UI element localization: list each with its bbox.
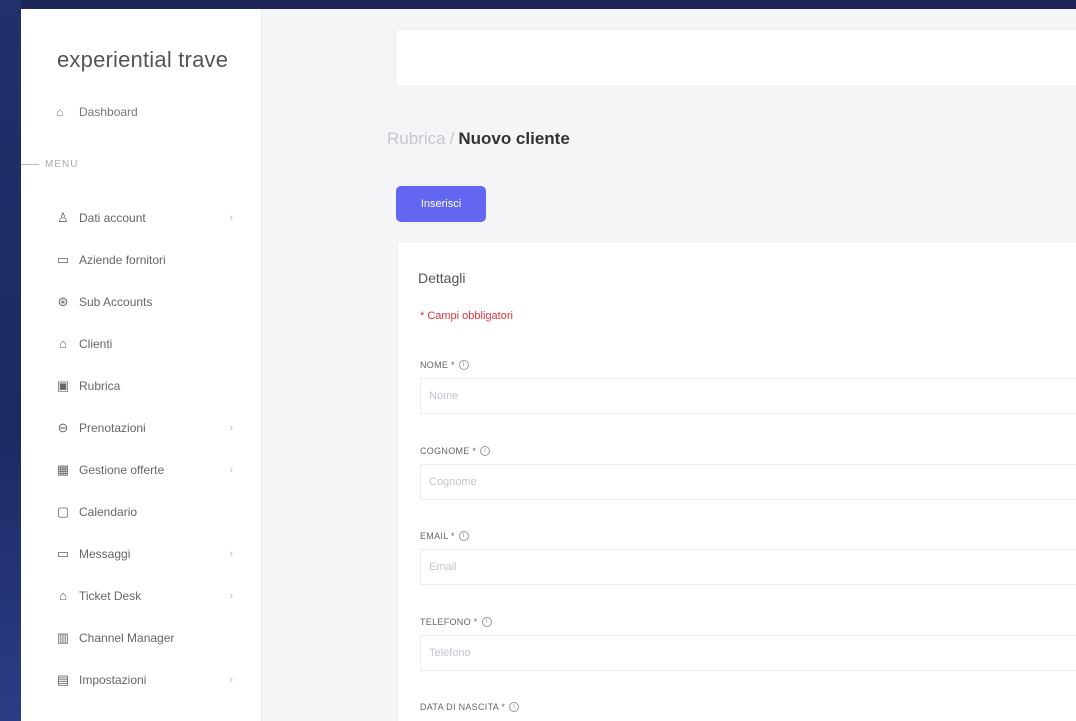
section-divider — [21, 164, 39, 165]
sidebar-item-label: Rubrica — [79, 379, 121, 393]
info-icon[interactable]: i — [458, 360, 469, 370]
breadcrumb-parent[interactable]: Rubrica — [387, 129, 446, 149]
home-icon: ⌂ — [56, 105, 64, 119]
sidebar-item-prenotazioni[interactable]: ⊖ Prenotazioni › — [56, 407, 241, 449]
sidebar-item-sub-accounts[interactable]: ⊛ Sub Accounts — [56, 281, 241, 323]
page-title: Nuovo cliente — [458, 129, 570, 148]
sidebar-item-label: Impostazioni — [79, 673, 147, 687]
section-title: MENU — [45, 159, 79, 170]
field-label-group: TELEFONO * i — [420, 617, 1076, 627]
main-content: Rubrica / Nuovo cliente Inserisci Dettag… — [262, 9, 1076, 721]
sidebar-item-ticket-desk[interactable]: ⌂ Ticket Desk › — [56, 575, 241, 617]
chevron-right-icon: › — [229, 674, 233, 686]
sidebar-item-impostazioni[interactable]: ▤ Impostazioni › — [56, 659, 241, 701]
field-label: TELEFONO * — [420, 617, 478, 627]
sidebar-item-label: Ticket Desk — [79, 589, 142, 603]
monitor-icon: ▭ — [56, 546, 70, 561]
calendar-grid-icon: ▦ — [56, 462, 70, 477]
chevron-right-icon: › — [229, 590, 233, 602]
field-label: EMAIL * — [420, 531, 455, 541]
cognome-input[interactable] — [420, 464, 1076, 500]
sidebar-item-label: Clienti — [79, 337, 113, 351]
field-label-group: EMAIL * i — [420, 531, 1076, 541]
sidebar-item-label: Channel Manager — [79, 631, 175, 645]
sidebar-item-dashboard[interactable]: ⌂ Dashboard — [56, 105, 138, 119]
field-label-group: COGNOME * i — [420, 446, 1076, 456]
gear-box-icon: ▤ — [56, 672, 70, 687]
submit-button[interactable]: Inserisci — [396, 186, 486, 222]
sidebar-item-channel-manager[interactable]: ▥ Channel Manager — [56, 617, 241, 659]
sidebar-item-messaggi[interactable]: ▭ Messaggi › — [56, 533, 241, 575]
email-input[interactable] — [420, 549, 1076, 585]
app-window: experiential trave ⌂ Dashboard MENU ♙ Da… — [21, 9, 1076, 721]
sidebar-item-aziende-fornitori[interactable]: ▭ Aziende fornitori — [56, 239, 241, 281]
calendar-icon: ▢ — [56, 504, 70, 519]
card-title: Dettagli — [418, 270, 466, 286]
sidebar: experiential trave ⌂ Dashboard MENU ♙ Da… — [21, 9, 262, 721]
telefono-input[interactable] — [420, 635, 1076, 671]
brand-title[interactable]: experiential trave — [57, 47, 262, 73]
user-icon: ♙ — [57, 210, 69, 225]
breadcrumb: Rubrica / Nuovo cliente — [387, 129, 570, 149]
details-card: Dettagli * Campi obbligatori NOME * i CO… — [397, 241, 1076, 721]
window-top-border — [0, 0, 1076, 9]
contacts-book-icon: ▣ — [56, 378, 70, 393]
sidebar-item-label: Aziende fornitori — [79, 253, 166, 267]
ticket-icon: ⌂ — [59, 588, 67, 603]
sidebar-section-label: MENU — [21, 159, 78, 170]
info-icon[interactable]: i — [509, 702, 520, 712]
nome-input[interactable] — [420, 378, 1076, 414]
bag-icon: ⌂ — [59, 336, 67, 351]
bank-icon: ▥ — [56, 630, 70, 645]
sidebar-item-label: Sub Accounts — [79, 295, 153, 309]
field-email: EMAIL * i — [420, 531, 1076, 585]
chevron-right-icon: › — [229, 422, 233, 434]
settings-circle-icon: ⊛ — [57, 294, 69, 309]
sidebar-item-label: Dati account — [79, 211, 146, 225]
sidebar-item-gestione-offerte[interactable]: ▦ Gestione offerte › — [56, 449, 241, 491]
sidebar-item-label: Messaggi — [79, 547, 131, 561]
sidebar-item-label: Prenotazioni — [79, 421, 146, 435]
chevron-right-icon: › — [229, 464, 233, 476]
sidebar-item-dati-account[interactable]: ♙ Dati account › — [56, 197, 241, 239]
field-telefono: TELEFONO * i — [420, 617, 1076, 671]
card-icon: ▭ — [56, 252, 70, 267]
required-fields-note: * Campi obbligatori — [420, 310, 513, 322]
field-nome: NOME * i — [420, 360, 1076, 414]
info-icon[interactable]: i — [481, 617, 492, 627]
info-icon[interactable]: i — [458, 531, 469, 541]
sidebar-nav: ♙ Dati account › ▭ Aziende fornitori ⊛ S… — [56, 197, 241, 701]
chevron-right-icon: › — [229, 212, 233, 224]
field-label: DATA DI NASCITA * — [420, 702, 506, 712]
sidebar-item-label: Dashboard — [79, 105, 138, 119]
chevron-right-icon: › — [229, 548, 233, 560]
field-label-group: NOME * i — [420, 360, 1076, 370]
sidebar-item-calendario[interactable]: ▢ Calendario — [56, 491, 241, 533]
field-data-di-nascita: DATA DI NASCITA * i — [420, 702, 1076, 712]
window-left-border — [0, 0, 21, 721]
sidebar-item-clienti[interactable]: ⌂ Clienti — [56, 323, 241, 365]
sidebar-item-rubrica[interactable]: ▣ Rubrica — [56, 365, 241, 407]
field-label: COGNOME * — [420, 446, 477, 456]
sidebar-item-label: Calendario — [79, 505, 138, 519]
info-icon[interactable]: i — [480, 446, 491, 456]
swap-circle-icon: ⊖ — [57, 420, 69, 435]
field-cognome: COGNOME * i — [420, 446, 1076, 500]
top-bar — [395, 29, 1076, 87]
breadcrumb-separator: / — [449, 129, 455, 148]
sidebar-item-label: Gestione offerte — [79, 463, 165, 477]
field-label-group: DATA DI NASCITA * i — [420, 702, 1076, 712]
field-label: NOME * — [420, 360, 455, 370]
